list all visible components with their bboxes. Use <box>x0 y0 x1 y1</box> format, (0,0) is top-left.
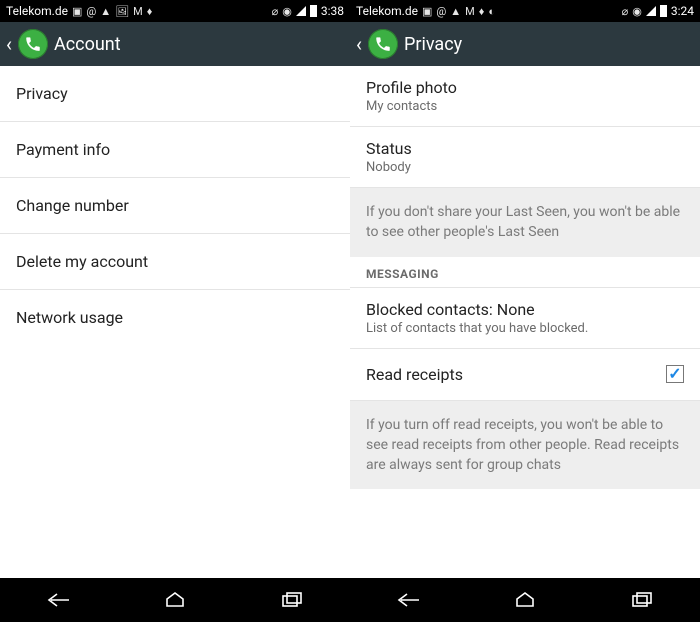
nav-back-button[interactable] <box>45 587 71 613</box>
list-item-label: Network usage <box>16 308 123 327</box>
nav-recent-button[interactable] <box>629 587 655 613</box>
item-value: Nobody <box>366 160 684 175</box>
nav-home-button[interactable] <box>162 587 188 613</box>
item-subtitle: List of contacts that you have blocked. <box>366 321 684 336</box>
status-bar: Telekom.de ▣ @ ▲ M ♦ ◐ ⌀ ◉ 3:24 <box>350 0 700 22</box>
appbar-title: Privacy <box>404 34 462 55</box>
nav-back-button[interactable] <box>395 587 421 613</box>
appbar-title: Account <box>54 34 121 55</box>
image-icon: 🖼 <box>115 5 129 18</box>
account-item-privacy[interactable]: Privacy <box>0 66 350 122</box>
fire-icon: ♦ <box>479 5 485 18</box>
account-list: Privacy Payment info Change number Delet… <box>0 66 350 578</box>
privacy-list: Profile photo My contacts Status Nobody … <box>350 66 700 578</box>
read-receipts-info: If you turn off read receipts, you won't… <box>350 401 700 490</box>
account-item-delete-account[interactable]: Delete my account <box>0 234 350 290</box>
whatsapp-logo-icon[interactable] <box>368 29 398 59</box>
last-seen-info: If you don't share your Last Seen, you w… <box>350 188 700 257</box>
item-title: Profile photo <box>366 78 684 97</box>
list-item-label: Delete my account <box>16 252 148 271</box>
whatsapp-logo-icon[interactable] <box>18 29 48 59</box>
account-item-network-usage[interactable]: Network usage <box>0 290 350 345</box>
fire-icon: ♦ <box>147 5 153 18</box>
privacy-item-profile-photo[interactable]: Profile photo My contacts <box>350 66 700 127</box>
app-bar: ‹ Privacy <box>350 22 700 66</box>
status-icon-group: ▣ <box>72 5 82 18</box>
item-value: My contacts <box>366 99 684 114</box>
android-navbar <box>0 578 700 622</box>
back-icon[interactable]: ‹ <box>356 34 362 54</box>
list-item-label: Change number <box>16 196 129 215</box>
privacy-item-read-receipts[interactable]: Read receipts <box>350 349 700 401</box>
sync-icon: ◐ <box>488 5 495 18</box>
list-item-label: Payment info <box>16 140 110 159</box>
clock-label: 3:24 <box>671 4 694 18</box>
at-icon: @ <box>436 5 446 18</box>
battery-icon <box>310 5 317 17</box>
phone-icon: ⌀ <box>272 5 279 18</box>
status-icon-group: ▣ <box>422 5 432 18</box>
mail-icon: M <box>465 5 475 18</box>
read-receipts-checkbox[interactable] <box>666 365 684 383</box>
carrier-label: Telekom.de <box>356 4 418 18</box>
at-icon: @ <box>86 5 96 18</box>
wifi-icon: ◉ <box>282 5 292 18</box>
privacy-item-blocked-contacts[interactable]: Blocked contacts: None List of contacts … <box>350 288 700 349</box>
signal-icon <box>646 6 656 16</box>
section-header-messaging: MESSAGING <box>350 257 700 288</box>
nav-home-button[interactable] <box>512 587 538 613</box>
list-item-label: Privacy <box>16 84 68 103</box>
phone-icon: ⌀ <box>622 5 629 18</box>
item-title: Blocked contacts: None <box>366 300 684 319</box>
battery-icon <box>660 5 667 17</box>
wifi-icon: ◉ <box>632 5 642 18</box>
status-bar: Telekom.de ▣ @ ▲ 🖼 M ♦ ⌀ ◉ 3:38 <box>0 0 350 22</box>
back-icon[interactable]: ‹ <box>6 34 12 54</box>
mail-icon: M <box>133 5 143 18</box>
warning-icon: ▲ <box>100 5 111 18</box>
account-screen: Telekom.de ▣ @ ▲ 🖼 M ♦ ⌀ ◉ 3:38 ‹ Accoun… <box>0 0 350 578</box>
account-item-change-number[interactable]: Change number <box>0 178 350 234</box>
privacy-screen: Telekom.de ▣ @ ▲ M ♦ ◐ ⌀ ◉ 3:24 ‹ Privac… <box>350 0 700 578</box>
app-bar: ‹ Account <box>0 22 350 66</box>
privacy-item-status[interactable]: Status Nobody <box>350 127 700 188</box>
warning-icon: ▲ <box>450 5 461 18</box>
signal-icon <box>296 6 306 16</box>
clock-label: 3:38 <box>321 4 344 18</box>
account-item-payment-info[interactable]: Payment info <box>0 122 350 178</box>
item-title: Read receipts <box>366 365 666 384</box>
nav-recent-button[interactable] <box>279 587 305 613</box>
item-title: Status <box>366 139 684 158</box>
carrier-label: Telekom.de <box>6 4 68 18</box>
